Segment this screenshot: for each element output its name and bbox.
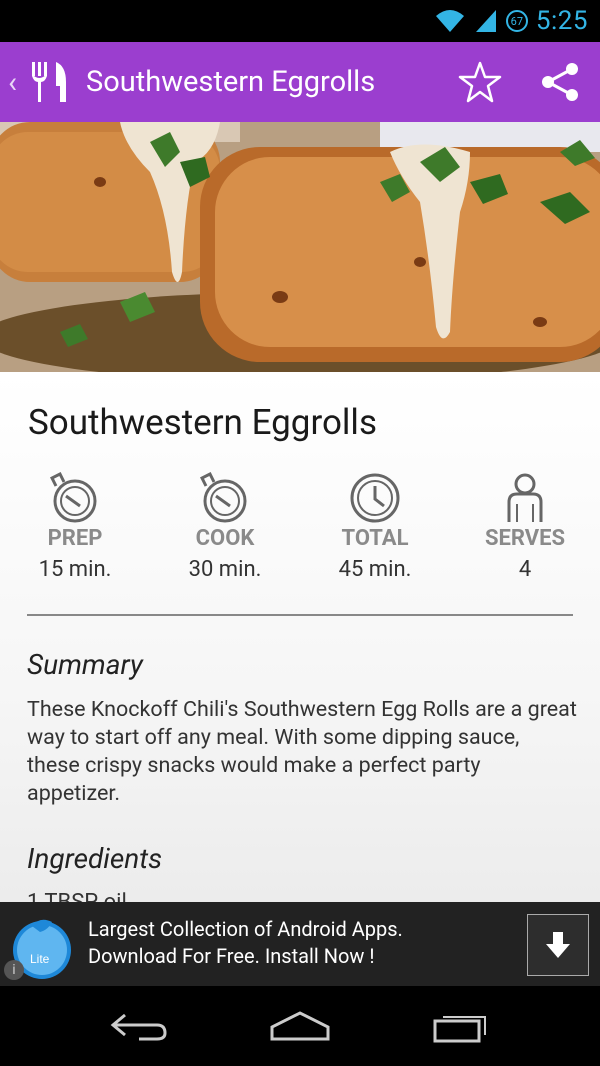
stat-value: 15 min.: [38, 557, 112, 582]
action-bar-title: Southwestern Eggrolls: [86, 65, 376, 99]
stat-cook: COOK 30 min.: [150, 472, 300, 582]
battery-icon: 67: [505, 10, 528, 32]
ad-line-1: Largest Collection of Android Apps.: [88, 917, 403, 941]
stopwatch-icon: [200, 472, 247, 523]
stat-label: SERVES: [484, 526, 566, 551]
stat-prep: PREP 15 min.: [0, 472, 150, 582]
stat-total: TOTAL 45 min.: [300, 472, 450, 582]
stat-value: 45 min.: [338, 557, 412, 582]
ad-logo-text: Lite: [30, 952, 50, 966]
recipe-stats: PREP 15 min. COOK 30 min. TOTAL 45 min.: [0, 472, 600, 582]
summary-text: These Knockoff Chili's Southwestern Egg …: [27, 697, 577, 806]
system-navigation-bar: [0, 986, 600, 1066]
stat-label: COOK: [195, 526, 255, 551]
share-button[interactable]: [530, 52, 590, 112]
ad-download-button[interactable]: [527, 914, 589, 976]
ad-text: Largest Collection of Android Apps. Down…: [88, 916, 403, 970]
up-navigation-icon[interactable]: ‹: [8, 65, 26, 100]
ingredients-heading: Ingredients: [27, 842, 163, 875]
person-icon: [507, 473, 543, 522]
stopwatch-icon: [50, 472, 97, 523]
action-bar: ‹ Southwestern Eggrolls: [0, 42, 600, 122]
ingredient-item: 1 TBSP oil: [27, 890, 127, 902]
fork-knife-icon[interactable]: [30, 60, 70, 104]
home-icon[interactable]: [268, 1009, 332, 1043]
download-arrow-icon: [546, 932, 570, 958]
stat-value: 4: [518, 557, 532, 582]
clock-time: 5:25: [535, 6, 588, 36]
stat-serves: SERVES 4: [450, 472, 600, 582]
ad-banner[interactable]: Lite i Largest Collection of Android App…: [0, 902, 600, 986]
share-icon: [542, 63, 578, 101]
stat-value: 30 min.: [188, 557, 262, 582]
stat-label: PREP: [47, 526, 103, 551]
status-bar: 67 5:25: [0, 0, 600, 42]
stat-label: TOTAL: [341, 526, 409, 551]
signal-icon: [475, 10, 496, 32]
summary-heading: Summary: [27, 648, 143, 681]
recipe-photo: [0, 122, 600, 372]
back-icon[interactable]: [109, 1009, 169, 1043]
wifi-icon: [435, 10, 464, 32]
ad-info-icon[interactable]: i: [4, 960, 24, 980]
favorite-button[interactable]: [450, 52, 510, 112]
recipe-details[interactable]: Southwestern Eggrolls PREP 15 min. COOK …: [0, 372, 600, 902]
eggroll-image: [0, 122, 600, 372]
recipe-title: Southwestern Eggrolls: [28, 402, 378, 443]
star-icon: [458, 61, 502, 103]
divider: [27, 614, 573, 616]
recent-apps-icon[interactable]: [431, 1009, 491, 1043]
ad-line-2: Download For Free. Install Now !: [88, 944, 375, 968]
clock-icon: [350, 473, 400, 523]
